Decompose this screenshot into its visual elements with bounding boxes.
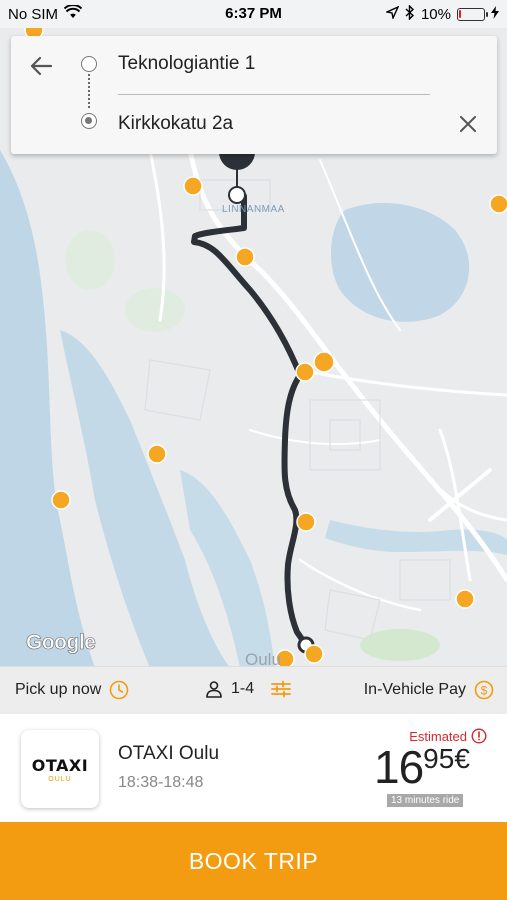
battery-percent: 10% xyxy=(420,6,451,23)
price-decimal: 95€ xyxy=(423,743,470,774)
battery-level xyxy=(459,10,461,18)
back-button[interactable] xyxy=(27,52,55,80)
passenger-selector[interactable]: 1-4 xyxy=(205,680,292,698)
google-logo: Google xyxy=(26,631,96,655)
ride-duration-badge: 13 minutes ride xyxy=(387,794,464,807)
location-arrow-icon xyxy=(384,5,400,23)
dollar-icon: $ xyxy=(474,680,494,700)
book-trip-button[interactable]: BOOK TRIP xyxy=(0,822,507,900)
route-connector xyxy=(88,74,90,108)
taxi-name: OTAXI Oulu xyxy=(118,743,220,764)
book-trip-label: BOOK TRIP xyxy=(188,847,319,874)
status-bar: No SIM 6:37 PM 10% xyxy=(0,0,507,28)
battery-icon xyxy=(457,8,488,21)
arrow-left-icon xyxy=(30,56,53,76)
destination-field[interactable]: Kirkkokatu 2a xyxy=(118,113,233,135)
destination-dot-icon xyxy=(81,113,97,129)
taxi-time-window: 18:38-18:48 xyxy=(118,774,204,791)
options-bar: Pick up now 1-4 In-Vehicle Pay $ xyxy=(0,666,507,714)
payment-label: In-Vehicle Pay xyxy=(363,681,466,698)
price: 1695€ xyxy=(374,741,470,793)
route-card: Teknologiantie 1 Kirkkokatu 2a xyxy=(11,36,497,154)
person-icon xyxy=(206,681,222,698)
price-main: 16 xyxy=(374,741,424,793)
clock-icon xyxy=(109,680,129,700)
passenger-count: 1-4 xyxy=(231,680,255,697)
taxi-option-card[interactable]: OTAXI OULU OTAXI Oulu 18:38-18:48 Estima… xyxy=(0,714,507,822)
divider xyxy=(118,94,430,95)
pickup-time-selector[interactable]: Pick up now xyxy=(15,680,129,700)
charging-icon xyxy=(491,6,499,23)
origin-field[interactable]: Teknologiantie 1 xyxy=(118,53,255,75)
bluetooth-icon xyxy=(405,4,415,24)
info-icon[interactable] xyxy=(471,728,487,749)
map-label-linnanmaa: LINNANMAA xyxy=(222,204,285,215)
origin-dot-icon xyxy=(81,56,97,72)
svg-text:$: $ xyxy=(481,684,488,698)
filter-sliders-icon[interactable] xyxy=(270,680,292,698)
close-icon xyxy=(460,116,476,132)
clear-destination-button[interactable] xyxy=(456,112,480,136)
taxi-logo: OTAXI OULU xyxy=(21,730,99,808)
payment-selector[interactable]: In-Vehicle Pay $ xyxy=(364,680,494,700)
pickup-label: Pick up now xyxy=(15,681,102,698)
